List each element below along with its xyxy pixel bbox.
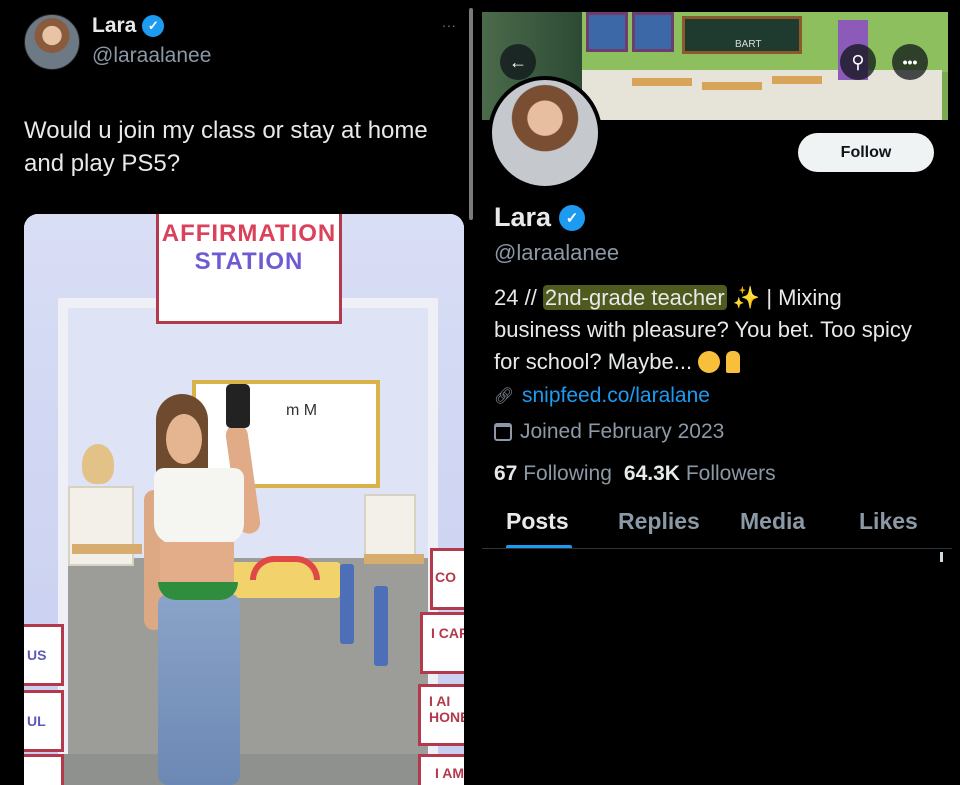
wall-card-text: I AI HONE xyxy=(429,693,464,725)
green-waistband xyxy=(158,582,238,600)
profile-name: Lara xyxy=(494,202,552,232)
banner-window xyxy=(632,12,674,52)
jeans xyxy=(158,594,240,785)
tab-likes[interactable]: Likes xyxy=(859,508,918,535)
wall-card-text: CO xyxy=(435,569,456,585)
banner-floor xyxy=(562,70,942,120)
wall-card: I AI HONE xyxy=(418,684,464,746)
shelf xyxy=(68,486,134,566)
tab-media[interactable]: Media xyxy=(740,508,805,535)
banner-desk xyxy=(632,78,692,86)
tweet-author[interactable]: Lara ✓ xyxy=(92,14,165,38)
sign-line-1: AFFIRMATION xyxy=(161,220,337,247)
scrollbar[interactable] xyxy=(469,8,473,220)
profile-handle: @laraalanee xyxy=(494,240,620,265)
avatar[interactable] xyxy=(24,14,80,70)
following-label: Following xyxy=(523,462,612,485)
bio-prefix: 24 // xyxy=(494,285,543,310)
photo-person xyxy=(128,384,308,785)
search-icon[interactable]: ⚲ xyxy=(840,44,876,80)
scrollbar-thumb[interactable] xyxy=(940,552,943,562)
more-options-icon[interactable]: ... xyxy=(442,14,457,30)
wall-card-text: I AM xyxy=(435,765,464,781)
following-count: 67 xyxy=(494,462,518,485)
followers-label: Followers xyxy=(685,462,776,485)
chair xyxy=(340,564,354,644)
wall-card: CO xyxy=(430,548,464,610)
wall-card-text: US xyxy=(27,647,47,663)
link-icon: 🔗︎ xyxy=(493,388,515,405)
tweet: Lara ✓ @laraalanee ... Would u join my c… xyxy=(0,0,470,785)
banner-desk xyxy=(702,82,762,90)
wall-card: UL xyxy=(24,690,64,752)
chair xyxy=(374,586,388,666)
wall-card xyxy=(24,754,64,785)
sign-line-2: STATION xyxy=(194,248,304,275)
wall-card-text: UL xyxy=(27,713,46,729)
tweet-photo[interactable]: AFFIRMATION STATION m M US UL CO I CAP I… xyxy=(24,214,464,785)
profile-avatar[interactable] xyxy=(488,76,602,190)
profile-bio: 24 // 2nd-grade teacher ✨ | Mixing busin… xyxy=(494,282,914,378)
profile-tabs: Posts Replies Media Likes xyxy=(482,508,960,552)
tab-replies[interactable]: Replies xyxy=(618,508,700,535)
desk xyxy=(364,554,424,564)
profile-panel: BART ← ⚲ ••• Follow Lara ✓ @laraalanee 2… xyxy=(482,0,960,785)
calendar-icon xyxy=(494,423,512,441)
profile-link-row: 🔗︎ snipfeed.co/laralane xyxy=(494,384,710,408)
teddy-bear xyxy=(82,444,114,484)
author-name[interactable]: Lara xyxy=(92,14,136,38)
affirmation-sign: AFFIRMATION STATION xyxy=(156,214,342,324)
profile-link[interactable]: snipfeed.co/laralane xyxy=(522,384,710,408)
chalkboard-text: BART xyxy=(735,39,762,50)
author-handle[interactable]: @laraalanee xyxy=(92,44,211,68)
sparkles-icon: ✨ xyxy=(726,285,761,310)
joined-date: Joined February 2023 xyxy=(520,420,725,443)
smirk-emoji-icon xyxy=(698,351,721,373)
tabs-divider xyxy=(482,548,952,549)
tweet-text: Would u join my class or stay at home an… xyxy=(24,117,428,177)
wall-card: I AM xyxy=(418,754,464,785)
back-arrow-icon[interactable]: ← xyxy=(500,44,536,80)
banner-desk xyxy=(772,76,822,84)
verified-badge-icon: ✓ xyxy=(142,15,165,37)
wall-card-text: I CAP xyxy=(431,625,464,641)
following-stat[interactable]: 67 Following xyxy=(494,462,612,486)
verified-badge-icon[interactable]: ✓ xyxy=(559,204,586,231)
phone xyxy=(226,384,250,428)
followers-stat[interactable]: 64.3K Followers xyxy=(624,462,776,486)
profile-name-row: Lara ✓ xyxy=(494,202,586,233)
more-options-icon[interactable]: ••• xyxy=(892,44,928,80)
banner-chalkboard: BART xyxy=(682,16,802,54)
profile-stats: 67 Following 64.3K Followers xyxy=(494,462,776,486)
pointing-down-emoji-icon xyxy=(726,351,741,373)
followers-count: 64.3K xyxy=(623,462,680,485)
bio-highlight: 2nd-grade teacher xyxy=(542,285,727,310)
banner-window xyxy=(586,12,628,52)
tab-posts[interactable]: Posts xyxy=(506,508,569,535)
wall-card: I CAP xyxy=(420,612,464,674)
profile-joined-row: Joined February 2023 xyxy=(494,420,724,444)
face xyxy=(166,414,202,464)
wall-card: US xyxy=(24,624,64,686)
follow-button[interactable]: Follow xyxy=(798,133,934,172)
white-top xyxy=(154,468,244,544)
